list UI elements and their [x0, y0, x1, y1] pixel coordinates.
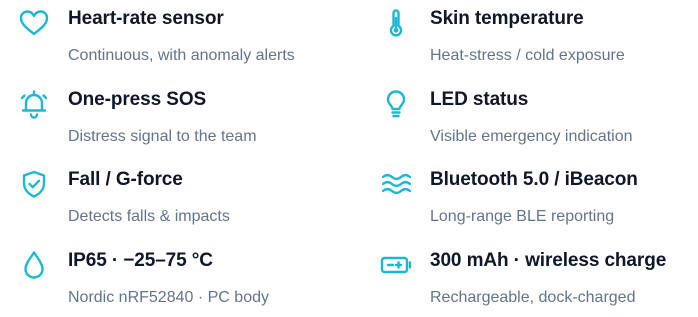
- feature-fall-detection: Fall / G-force Detects falls & impacts: [16, 166, 346, 236]
- feature-title: Heart-rate sensor: [68, 8, 224, 29]
- thermometer-icon: [378, 5, 414, 41]
- feature-description: Continuous, with anomaly alerts: [68, 47, 295, 64]
- lightbulb-icon: [378, 86, 414, 122]
- feature-grid: Heart-rate sensor Continuous, with anoma…: [0, 0, 698, 311]
- feature-led-status: LED status Visible emergency indication: [378, 86, 698, 156]
- feature-description: Distress signal to the team: [68, 128, 257, 145]
- feature-description: Rechargeable, dock-charged: [430, 289, 636, 306]
- feature-title: Bluetooth 5.0 / iBeacon: [430, 169, 638, 190]
- alarm-bell-icon: [16, 86, 52, 122]
- droplet-icon: [16, 247, 52, 283]
- feature-title: IP65 · −25–75 °C: [68, 250, 213, 271]
- feature-heart-rate: Heart-rate sensor Continuous, with anoma…: [16, 5, 346, 75]
- feature-sos: One-press SOS Distress signal to the tea…: [16, 86, 346, 156]
- feature-description: Detects falls & impacts: [68, 208, 230, 225]
- feature-title: Skin temperature: [430, 8, 584, 29]
- feature-description: Visible emergency indication: [430, 128, 633, 145]
- feature-description: Heat-stress / cold exposure: [430, 47, 625, 64]
- feature-skin-temperature: Skin temperature Heat-stress / cold expo…: [378, 5, 698, 75]
- shield-check-icon: [16, 166, 52, 202]
- feature-battery: 300 mAh · wireless charge Rechargeable, …: [378, 247, 698, 317]
- feature-title: LED status: [430, 89, 529, 110]
- battery-charging-icon: [378, 247, 414, 283]
- feature-title: One-press SOS: [68, 89, 207, 110]
- waves-icon: [378, 166, 414, 202]
- heart-icon: [16, 5, 52, 41]
- feature-bluetooth: Bluetooth 5.0 / iBeacon Long-range BLE r…: [378, 166, 698, 236]
- feature-title: Fall / G-force: [68, 169, 183, 190]
- feature-title: 300 mAh · wireless charge: [430, 250, 667, 271]
- feature-description: Nordic nRF52840 · PC body: [68, 289, 269, 306]
- feature-ip-rating: IP65 · −25–75 °C Nordic nRF52840 · PC bo…: [16, 247, 346, 317]
- feature-description: Long-range BLE reporting: [430, 208, 615, 225]
